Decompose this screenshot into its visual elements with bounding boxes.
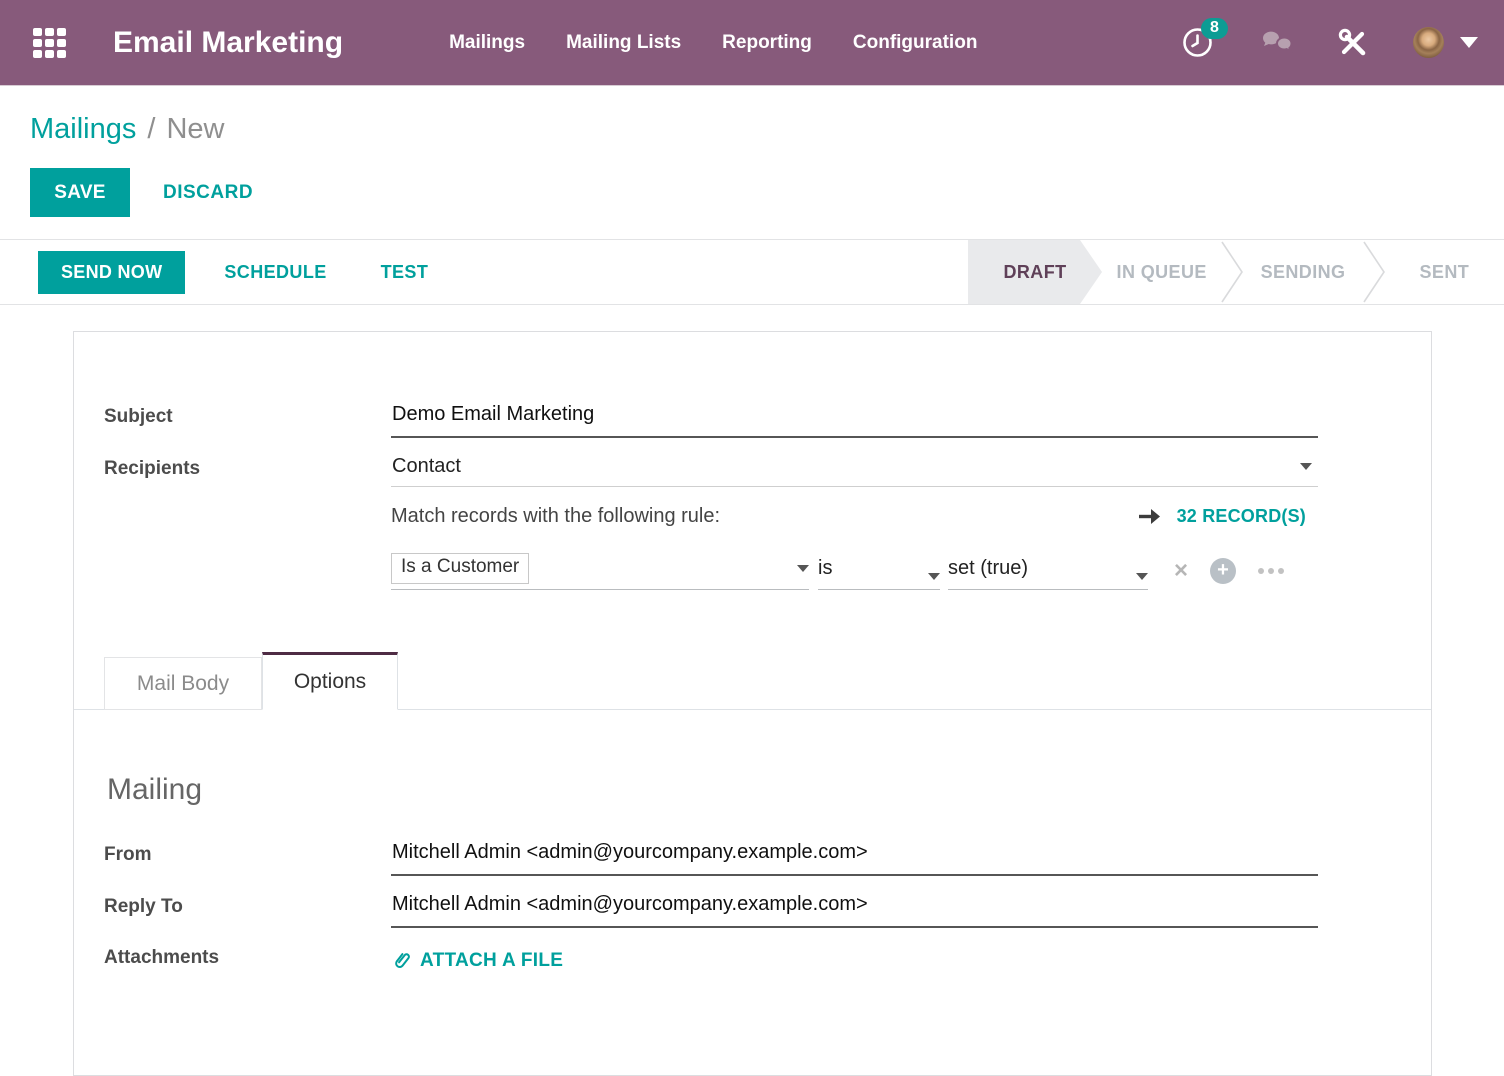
add-rule-icon[interactable]: + xyxy=(1210,558,1236,584)
breadcrumb-current: New xyxy=(166,110,224,148)
menu-reporting[interactable]: Reporting xyxy=(722,32,812,54)
delete-rule-icon[interactable]: × xyxy=(1174,561,1188,581)
user-menu-caret-icon[interactable] xyxy=(1460,37,1478,48)
domain-rule-row: Is a Customer is set (true) × + xyxy=(104,528,1401,590)
breadcrumb-separator: / xyxy=(147,110,155,148)
from-input[interactable]: Mitchell Admin <admin@yourcompany.exampl… xyxy=(391,841,1318,876)
recipients-select[interactable]: Contact xyxy=(391,455,1318,487)
notebook-tabs: Mail Body Options xyxy=(74,652,1431,710)
user-avatar[interactable] xyxy=(1413,27,1444,58)
statusbar: SEND NOW SCHEDULE TEST DRAFT IN QUEUE SE… xyxy=(0,239,1504,305)
menu-configuration[interactable]: Configuration xyxy=(853,32,978,54)
chevron-down-icon xyxy=(928,573,940,580)
attach-file-label: ATTACH A FILE xyxy=(420,950,563,972)
chat-bubbles-icon xyxy=(1259,28,1295,58)
stage-chevron-icon xyxy=(1221,240,1243,304)
subject-label: Subject xyxy=(104,403,391,428)
reply-to-row: Reply To Mitchell Admin <admin@yourcompa… xyxy=(104,893,1401,928)
match-rule-text: Match records with the following rule: xyxy=(391,505,720,528)
send-now-button[interactable]: SEND NOW xyxy=(38,251,185,294)
messages-chat-icon[interactable] xyxy=(1259,28,1295,58)
rule-operator-select[interactable]: is xyxy=(818,557,940,590)
status-pipeline: DRAFT IN QUEUE SENDING SENT xyxy=(968,240,1504,304)
subject-row: Subject Demo Email Marketing xyxy=(104,403,1401,438)
paperclip-icon xyxy=(392,950,411,972)
breadcrumb: Mailings / New xyxy=(0,86,1504,148)
from-label: From xyxy=(104,841,391,866)
reply-to-input[interactable]: Mitchell Admin <admin@yourcompany.exampl… xyxy=(391,893,1318,928)
debug-tools-icon[interactable] xyxy=(1337,27,1369,59)
form-sheet: Subject Demo Email Marketing Recipients … xyxy=(73,331,1432,1076)
stage-in-queue[interactable]: IN QUEUE xyxy=(1102,240,1221,304)
activities-clock-icon[interactable]: 8 xyxy=(1182,27,1213,58)
stage-chevron-icon xyxy=(1363,240,1385,304)
top-navbar: Email Marketing Mailings Mailing Lists R… xyxy=(0,0,1504,86)
systray: 8 xyxy=(1182,27,1478,59)
records-count-link[interactable]: 32 RECORD(S) xyxy=(1138,506,1306,527)
attachments-label: Attachments xyxy=(104,944,391,969)
menu-mailings[interactable]: Mailings xyxy=(449,32,525,54)
chevron-down-icon xyxy=(1300,463,1312,470)
activity-count-badge: 8 xyxy=(1201,18,1228,39)
apps-grid-icon[interactable] xyxy=(33,28,66,58)
rule-actions: × + xyxy=(1174,558,1284,590)
stage-sending[interactable]: SENDING xyxy=(1243,240,1362,304)
attach-file-button[interactable]: ATTACH A FILE xyxy=(392,944,1318,972)
arrow-right-icon xyxy=(1138,507,1162,526)
top-menu: Mailings Mailing Lists Reporting Configu… xyxy=(449,32,977,54)
wrench-screwdriver-icon xyxy=(1337,27,1369,59)
menu-mailing-lists[interactable]: Mailing Lists xyxy=(566,32,681,54)
chevron-down-icon xyxy=(1136,573,1148,580)
rule-value-text: set (true) xyxy=(948,557,1028,580)
chevron-down-icon xyxy=(797,565,809,572)
app-title: Email Marketing xyxy=(113,26,343,60)
save-button[interactable]: SAVE xyxy=(30,168,130,217)
record-action-buttons: SAVE DISCARD xyxy=(0,168,1504,217)
subject-input[interactable]: Demo Email Marketing xyxy=(391,403,1318,438)
rule-value-select[interactable]: set (true) xyxy=(948,557,1148,590)
test-button[interactable]: TEST xyxy=(375,261,435,284)
schedule-button[interactable]: SCHEDULE xyxy=(218,261,332,284)
add-branch-ellipsis-icon[interactable] xyxy=(1258,568,1284,574)
recipients-row: Recipients Contact xyxy=(104,455,1401,487)
recipients-value: Contact xyxy=(392,455,461,478)
discard-button[interactable]: DISCARD xyxy=(157,181,259,205)
rule-field-select[interactable]: Is a Customer xyxy=(391,553,809,590)
rule-field-tag[interactable]: Is a Customer xyxy=(391,553,529,584)
breadcrumb-mailings-link[interactable]: Mailings xyxy=(30,110,136,148)
stage-draft[interactable]: DRAFT xyxy=(968,240,1102,304)
recipients-label: Recipients xyxy=(104,455,391,480)
domain-intro-row: Match records with the following rule: 3… xyxy=(104,505,1401,528)
attachments-row: Attachments ATTACH A FILE xyxy=(104,944,1401,972)
rule-operator-value: is xyxy=(818,557,832,580)
records-count-label: 32 RECORD(S) xyxy=(1177,506,1306,527)
from-row: From Mitchell Admin <admin@yourcompany.e… xyxy=(104,841,1401,876)
tab-mail-body[interactable]: Mail Body xyxy=(104,657,262,710)
reply-to-label: Reply To xyxy=(104,893,391,918)
mailing-section-title: Mailing xyxy=(107,772,1401,808)
stage-sent[interactable]: SENT xyxy=(1385,240,1504,304)
tab-options[interactable]: Options xyxy=(262,652,398,710)
